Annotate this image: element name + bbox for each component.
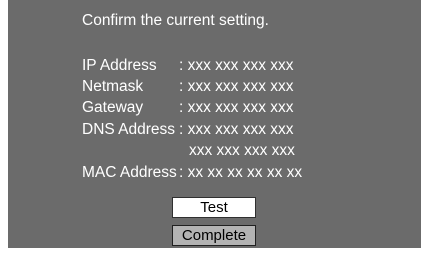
netmask-value: : xxx xxx xxx xxx [179,78,294,95]
complete-button[interactable]: Complete [172,225,256,246]
dns-address-value: : xxx xxx xxx xxx [179,121,294,138]
netmask-label: Netmask [82,78,144,95]
gateway-label: Gateway [82,99,144,116]
mac-address-value: : xx xx xx xx xx xx [179,164,303,181]
ip-address-value: : xxx xxx xxx xxx [179,57,294,74]
settings-confirm-panel: Confirm the current setting. IP Address … [8,0,421,248]
test-button[interactable]: Test [172,197,256,218]
dns-address-secondary-value: xxx xxx xxx xxx [189,142,295,159]
gateway-value: : xxx xxx xxx xxx [179,99,294,116]
mac-address-label: MAC Address [82,164,177,181]
ip-address-label: IP Address [82,57,157,74]
dialog-heading: Confirm the current setting. [82,12,269,29]
dns-address-label: DNS Address [82,121,176,138]
